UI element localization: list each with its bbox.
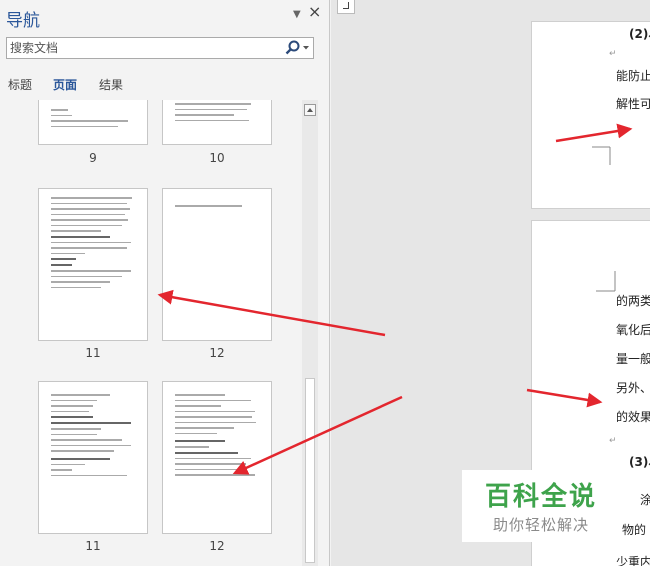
tab-results[interactable]: 结果 [99,76,123,93]
magnifier-icon [285,40,309,55]
paragraph-mark-icon: ↵ [609,436,617,446]
navigation-pane: 导航 ▼ × 标题 页面 结果 9 [0,0,330,566]
doc-line: 量一般 [616,352,650,366]
page-number: 9 [89,151,97,165]
page-thumbnail[interactable] [162,100,272,145]
doc-line: 能防止 [616,69,650,83]
doc-line: 的效果。 [616,410,650,424]
watermark-subtitle: 助你轻松解决 [492,516,589,534]
page-number: 12 [209,346,225,360]
search-box[interactable] [6,37,314,59]
page-number: 11 [85,539,101,553]
page-thumbnail[interactable] [38,100,148,145]
page-number: 10 [209,151,225,165]
doc-line: (2)、 [629,27,650,41]
view-corner-icon[interactable] [337,0,355,14]
doc-line: 少重内 [616,555,650,566]
watermark-title: 百科全说 [484,482,597,512]
dropdown-triangle-icon[interactable]: ▼ [293,9,301,20]
crop-mark-icon [592,146,611,165]
page-thumbnails: 9 10 11 12 11 12 [0,100,302,566]
document-page[interactable]: (2)、 ↵ 能防止 解性可 [531,21,650,209]
doc-line: 解性可 [616,97,650,111]
doc-line: 的两类 [616,294,650,308]
page-number: 11 [85,346,101,360]
nav-title: 导航 [6,11,40,31]
crop-mark-icon [596,271,616,292]
tab-headings[interactable]: 标题 [8,76,32,93]
page-thumbnail[interactable] [38,188,148,341]
doc-line: 物的 [622,523,647,537]
watermark: 百科全说 助你轻松解决 [462,470,620,542]
scrollbar-thumb[interactable] [305,378,315,563]
page-thumbnail[interactable] [162,188,272,341]
tab-pages[interactable]: 页面 [53,76,77,93]
doc-line: 氧化后 [616,323,650,337]
page-thumbnail[interactable] [38,381,148,534]
page-number: 12 [209,539,225,553]
doc-line: (3)、 [629,455,650,469]
page-thumbnail[interactable] [162,381,272,534]
search-button[interactable] [283,39,311,57]
doc-line: 涂 [640,493,650,507]
close-icon[interactable]: × [308,4,321,20]
search-input[interactable] [7,38,277,58]
doc-line: 另外、 [616,381,650,395]
paragraph-mark-icon: ↵ [609,49,617,59]
thumbnail-scrollbar[interactable] [302,100,318,566]
scroll-up-arrow-icon[interactable] [304,104,316,116]
